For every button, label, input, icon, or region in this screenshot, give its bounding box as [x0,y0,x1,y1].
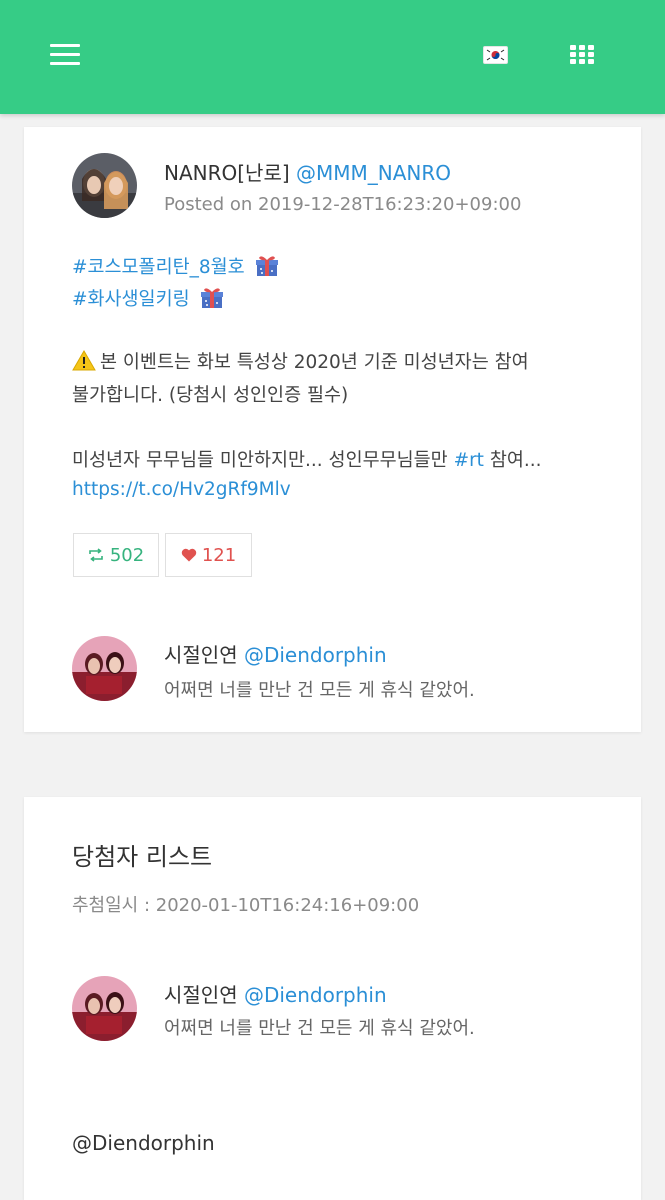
reply-avatar[interactable] [72,636,137,701]
reply-author-name[interactable]: 시절인연 [164,643,238,667]
like-button[interactable]: 121 [165,533,252,577]
warning-icon [72,350,96,376]
winner-mention: @Diendorphin [72,1131,215,1155]
retweet-count: 502 [109,544,145,566]
author-avatar[interactable] [72,153,137,218]
grid-apps-icon[interactable] [570,45,594,65]
top-app-bar [0,0,665,114]
author-name[interactable]: NANRO[난로] [164,161,290,185]
reply-text: 어쩌면 너를 만난 건 모든 게 휴식 같았어. [164,680,475,701]
notice-line-2: 불가합니다. (당첨시 성인인증 필수) [72,385,349,406]
winner-avatar[interactable] [72,976,137,1041]
hashtag-cosmopolitan[interactable]: #코스모폴리탄_8월호 [72,257,245,278]
post-timestamp: Posted on 2019-12-28T16:23:20+09:00 [164,194,522,215]
winner-bio: 어쩌면 너를 만난 건 모든 게 휴식 같았어. [164,1018,475,1039]
post-link[interactable]: https://t.co/Hv2gRf9Mlv [72,479,291,500]
like-count: 121 [201,544,237,566]
retweet-icon [88,548,104,562]
notice-line-1: 본 이벤트는 화보 특성상 2020년 기준 미성년자는 참여 [72,348,529,376]
winner-line: 시절인연 @Diendorphin [164,979,387,1008]
post-card: NANRO[난로] @MMM_NANRO Posted on 2019-12-2… [24,127,641,732]
retweet-button[interactable]: 502 [73,533,159,577]
hamburger-menu-icon[interactable] [50,44,82,66]
winners-card: 당첨자 리스트 추첨일시 : 2020-01-10T16:24:16+09:00… [24,797,641,1200]
korea-flag-icon[interactable] [483,46,508,64]
gift-icon [200,287,224,314]
hashtag-line-2: #화사생일키링 [72,285,224,314]
hashtag-line-1: #코스모폴리탄_8월호 [72,253,279,282]
author-line: NANRO[난로] @MMM_NANRO [164,157,451,186]
winner-name[interactable]: 시절인연 [164,983,238,1007]
winner-handle[interactable]: @Diendorphin [244,983,387,1007]
heart-icon [181,548,197,562]
reply-author-line: 시절인연 @Diendorphin [164,639,387,668]
draw-date: 추첨일시 : 2020-01-10T16:24:16+09:00 [72,895,420,916]
author-handle[interactable]: @MMM_NANRO [296,161,451,185]
winners-title: 당첨자 리스트 [72,843,213,871]
reply-author-handle[interactable]: @Diendorphin [244,643,387,667]
hashtag-hwasa-keyring[interactable]: #화사생일키링 [72,289,190,310]
gift-icon [255,255,279,282]
post-body: 미성년자 무무님들 미안하지만... 성인무무님들만 #rt 참여... [72,450,542,471]
hashtag-rt[interactable]: #rt [454,450,484,471]
